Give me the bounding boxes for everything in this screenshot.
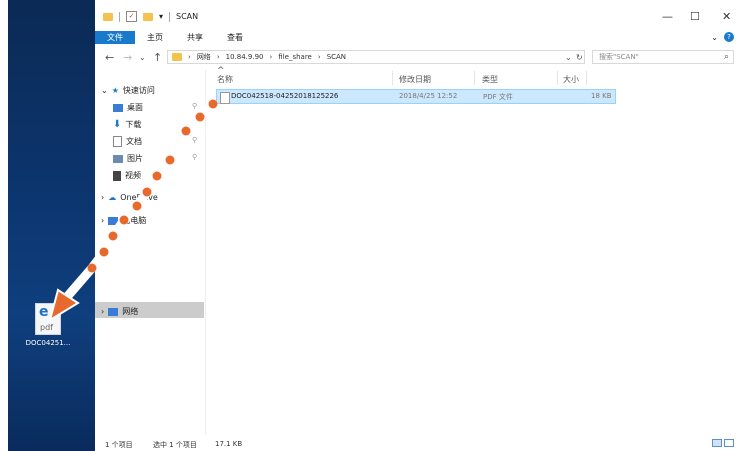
star-icon: ★ [111,86,119,95]
breadcrumb-network[interactable]: 网络 [197,52,211,62]
nav-item-documents[interactable]: 文档 [113,136,142,147]
table-row[interactable]: DOC042518-04252018125226 2018/4/25 12:52… [216,89,616,104]
desktop-background: e pdf DOC04251... [8,0,95,451]
expand-ribbon-icon[interactable]: ⌄ [711,33,718,42]
close-button[interactable]: ✕ [722,10,731,23]
selected-size: 17.1 KB [215,440,243,448]
pictures-icon [113,154,123,163]
desktop-pdf-file[interactable]: e pdf DOC04251... [18,303,78,347]
folder-icon [103,12,113,21]
file-date: 2018/4/25 12:52 [399,92,458,100]
pdf-file-icon [220,92,230,104]
ribbon-tabs: 文件 主页 共享 查看 [95,31,739,44]
refresh-icon[interactable]: ↻ [576,53,583,62]
search-icon: ⌕ [723,52,729,62]
nav-item-pictures[interactable]: 图片 [113,153,143,164]
file-type: PDF 文件 [483,93,513,101]
column-type[interactable]: 类型 [482,74,498,85]
location-folder-icon [172,53,182,61]
nav-onedrive[interactable]: › ☁ OneDrive [101,193,158,202]
qat-dropdown-icon[interactable]: ▾ [159,12,163,21]
desktop-icon [113,103,123,112]
address-dropdown-icon[interactable]: ⌄ [565,53,572,62]
status-bar: 1 个项目 选中 1 个项目 17.1 KB [95,437,739,451]
nav-this-pc[interactable]: › 此电脑 [101,215,146,226]
help-icon[interactable]: ? [724,32,734,42]
chevron-right-icon: › [101,193,105,202]
pin-icon[interactable]: ⚲ [192,136,197,144]
selected-count: 选中 1 个项目 [153,441,197,449]
pin-icon[interactable]: ⚲ [192,119,197,127]
tab-share[interactable]: 共享 [175,31,215,44]
nav-item-desktop[interactable]: 桌面 [113,102,143,113]
minimize-button[interactable]: — [662,10,673,23]
maximize-button[interactable]: ☐ [690,10,700,23]
nav-item-videos[interactable]: 视频 [113,170,141,181]
chevron-right-icon: › [101,307,105,316]
file-name: DOC042518-04252018125226 [231,92,339,100]
computer-icon [108,216,119,225]
forward-arrow-icon[interactable]: → [123,51,132,64]
file-size: 18 KB [591,92,612,100]
up-arrow-icon[interactable]: ↑ [153,51,162,64]
details-view-icon[interactable] [712,439,722,447]
nav-item-downloads[interactable]: ⬇ 下载 [113,119,141,130]
chevron-down-icon: ⌄ [101,86,108,95]
download-icon: ⬇ [113,119,122,130]
breadcrumb-host[interactable]: 10.84.9.90 [226,53,264,61]
properties-icon[interactable]: ✓ [126,11,137,22]
video-icon [113,170,121,181]
network-icon [108,307,119,316]
cloud-icon: ☁ [108,193,117,202]
column-date[interactable]: 修改日期 [399,74,431,85]
chevron-right-icon: › [101,216,105,225]
breadcrumb-share[interactable]: file_share [278,53,312,61]
breadcrumb-scan[interactable]: SCAN [327,53,346,61]
pin-icon[interactable]: ⚲ [192,153,197,161]
pin-icon[interactable]: ⚲ [192,102,197,110]
back-arrow-icon[interactable]: ← [105,51,114,64]
file-list: ^ 名称 修改日期 类型 大小 DOC042518-04252018125226… [206,66,739,435]
large-icons-view-icon[interactable] [724,439,734,447]
nav-quick-access[interactable]: ⌄ ★ 快速访问 [101,85,155,96]
item-count: 1 个项目 [105,441,133,449]
pdf-file-icon: e pdf [35,303,61,335]
recent-dropdown-icon[interactable]: ⌄ [139,53,146,62]
title-bar: ✓ ▾ SCAN — ☐ ✕ [95,0,739,33]
address-row: ← → ⌄ ↑ › 网络 › 10.84.9.90 › file_share ›… [95,48,739,68]
tab-file[interactable]: 文件 [95,31,135,44]
quick-access-toolbar: ✓ ▾ SCAN [103,11,198,22]
tab-view[interactable]: 查看 [215,31,255,44]
document-icon [113,136,122,147]
file-explorer-window: ✓ ▾ SCAN — ☐ ✕ 文件 主页 共享 查看 ⌄ ? ← → ⌄ ↑ ›… [95,0,739,451]
nav-network[interactable]: › 网络 [101,306,138,317]
desktop-file-label: DOC04251... [25,339,71,347]
column-name[interactable]: 名称 [217,74,233,85]
column-size[interactable]: 大小 [563,74,579,85]
search-input[interactable]: 搜索"SCAN" ⌕ [592,50,734,64]
window-title: SCAN [176,12,199,21]
address-bar[interactable]: › 网络 › 10.84.9.90 › file_share › SCAN [167,50,585,64]
navigation-pane: ⌄ ★ 快速访问 桌面 ⚲ ⬇ 下载 ⚲ 文档 ⚲ 图片 ⚲ 视频 › ☁ On… [95,70,205,435]
new-folder-icon[interactable] [143,12,153,21]
tab-home[interactable]: 主页 [135,31,175,44]
